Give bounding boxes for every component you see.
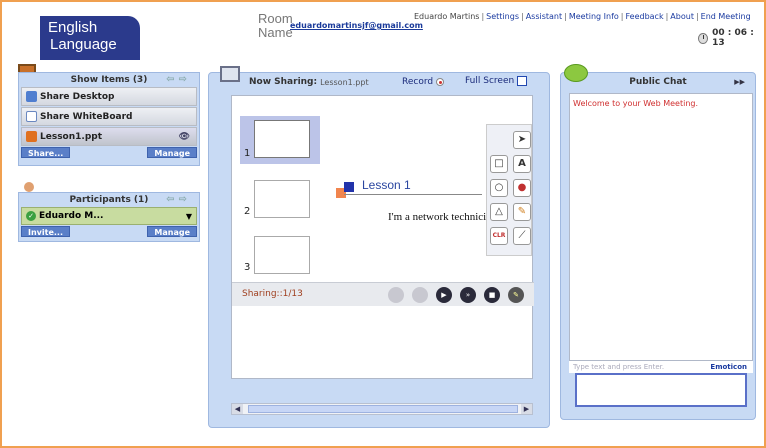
line-tool-icon[interactable]: ⟋ [513,227,531,245]
scrollbar-thumb[interactable] [248,405,518,413]
chat-header: Public Chat ▶▶ [561,73,755,91]
fullscreen-icon [517,76,528,86]
share-control-bar: Sharing::1/13 ▶ » ■ ✎ [232,282,534,306]
stop-icon[interactable]: ■ [484,287,500,303]
pen-icon[interactable]: ✎ [508,287,524,303]
pointer-icon[interactable]: ➤ [513,131,531,149]
horizontal-scrollbar[interactable]: ◀ ▶ [231,403,533,415]
show-items-header: Show Items (3) ⇦⇨ [19,73,199,87]
chat-bubble-icon [564,64,588,82]
scroll-right-icon[interactable]: ▶ [521,404,532,414]
items-button-bar: Share... Manage [21,147,197,158]
expand-icon[interactable]: ▶▶ [734,73,745,91]
item-share-desktop[interactable]: Share Desktop [21,87,197,106]
room-email-link[interactable]: eduardomartinsjf@gmail.com [290,21,423,30]
nav-meeting-info[interactable]: Meeting Info [569,12,619,21]
user-name: Eduardo Martins [414,12,480,21]
circle-icon[interactable]: ○ [490,179,508,197]
item-lesson-ppt[interactable]: Lesson1.ppt 👁 [21,127,197,146]
sharing-status: Sharing::1/13 [242,289,303,299]
chat-input[interactable] [575,373,747,407]
rectangle-icon[interactable]: □ [490,155,508,173]
text-tool-icon[interactable]: A [513,155,531,173]
chat-placeholder: Type text and press Enter. [573,363,665,371]
stamp-icon[interactable]: ● [513,179,531,197]
slide-divider [344,194,482,195]
slide-thumbnail-3[interactable] [254,236,310,274]
first-slide-icon[interactable] [388,287,404,303]
participants-panel: Participants (1) ⇦⇨ ✓ Eduardo M... ▼ Inv… [18,192,200,242]
monitor-icon [220,66,240,82]
panel-arrows-icon[interactable]: ⇦⇨ [166,73,191,87]
clock-icon [698,32,709,44]
record-icon [436,78,445,86]
slide-thumbnail-1[interactable] [254,120,310,158]
emoticon-button[interactable]: Emoticon [710,361,747,373]
nav-end-meeting[interactable]: End Meeting [701,12,751,21]
now-sharing-label: Now Sharing: [249,77,318,87]
annotation-toolbar: ➤ □ A ○ ● △ ✎ CLR ⟋ [486,124,532,256]
top-nav: Eduardo Martins | Settings | Assistant | Meeti… [414,12,751,21]
clear-icon[interactable]: CLR [490,227,508,245]
item-label: Lesson1.ppt [40,131,103,142]
fullscreen-label: Full Screen [465,76,515,86]
logo: English Language [40,16,140,60]
show-items-panel: Show Items (3) ⇦⇨ Share Desktop Share Wh… [18,72,200,166]
thumbnail-number: 3 [244,262,251,273]
nav-about[interactable]: About [670,12,694,21]
manage-items-button[interactable]: Manage [147,147,197,158]
pencil-icon[interactable]: ✎ [513,203,531,221]
invite-button[interactable]: Invite... [21,226,70,237]
item-share-whiteboard[interactable]: Share WhiteBoard [21,107,197,126]
sharing-header: Now Sharing: Lesson1.ppt Record Full Scr… [209,73,549,91]
participant-row[interactable]: ✓ Eduardo M... ▼ [21,207,197,225]
welcome-message: Welcome to your Web Meeting. [573,99,699,108]
ppt-file-icon [26,131,37,142]
scroll-left-icon[interactable]: ◀ [232,404,243,414]
chevron-down-icon[interactable]: ▼ [186,212,192,221]
manage-participants-button[interactable]: Manage [147,226,197,237]
play-icon[interactable]: ▶ [436,287,452,303]
meeting-timer: 00 : 06 : 13 [698,28,764,48]
timer-value: 00 : 06 : 13 [712,28,754,48]
desktop-icon [26,91,37,102]
record-button[interactable]: Record [402,77,445,87]
fullscreen-button[interactable]: Full Screen [465,76,528,86]
nav-feedback[interactable]: Feedback [625,12,663,21]
slide-thumbnail-2[interactable] [254,180,310,218]
participants-arrows-icon[interactable]: ⇦⇨ [166,193,191,207]
public-chat-panel: Public Chat ▶▶ Welcome to your Web Meeti… [560,72,756,420]
triangle-icon[interactable]: △ [490,203,508,221]
thumbnail-number: 1 [244,148,251,159]
next-slide-icon[interactable]: » [460,287,476,303]
slide-stage: 1 2 3 Lesson 1 I'm a network technicia ➤… [231,95,534,379]
participant-name: Eduardo M... [39,211,104,221]
item-label: Share WhiteBoard [40,111,133,122]
nav-assistant[interactable]: Assistant [526,12,562,21]
participants-header: Participants (1) ⇦⇨ [19,193,199,207]
slide-body-text: I'm a network technicia [388,211,488,223]
item-label: Share Desktop [40,91,115,102]
thumbnail-number: 2 [244,206,251,217]
whiteboard-icon [26,111,37,122]
slide-title: Lesson 1 [362,178,411,192]
sharing-panel: Now Sharing: Lesson1.ppt Record Full Scr… [208,72,550,428]
chat-messages: Welcome to your Web Meeting. [569,93,753,361]
share-button[interactable]: Share... [21,147,71,158]
nav-settings[interactable]: Settings [486,12,519,21]
participants-button-bar: Invite... Manage [21,226,197,237]
slide-decoration [344,182,354,192]
eye-icon[interactable]: 👁 [179,132,190,142]
record-label: Record [402,77,434,87]
logo-line2: Language [50,36,117,53]
shared-file-name: Lesson1.ppt [320,77,369,87]
chat-hint-row: Type text and press Enter. Emoticon [569,361,753,373]
app-frame: English Language Room Name eduardomartin… [0,0,766,448]
participants-title: Participants (1) [69,195,149,205]
check-icon: ✓ [26,211,36,221]
show-items-title: Show Items (3) [70,75,148,85]
chat-title: Public Chat [629,77,687,87]
logo-line1: English [48,19,98,36]
previous-slide-icon[interactable] [412,287,428,303]
